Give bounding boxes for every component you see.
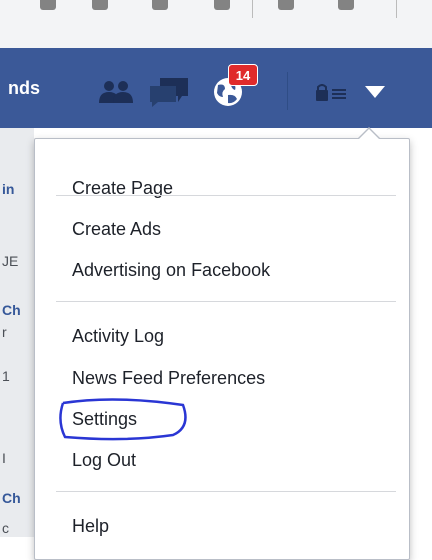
menu-separator [56,301,396,302]
background-text: Ch [2,302,21,318]
background-text: c [2,520,9,536]
account-menu-arrow-icon[interactable] [364,85,386,99]
background-text: Ch [2,490,21,506]
privacy-shortcuts-icon[interactable] [314,84,348,102]
menu-item-news-feed-preferences[interactable]: News Feed Preferences [72,364,265,392]
facebook-top-bar: nds 14 [0,48,432,128]
menu-item-log-out[interactable]: Log Out [72,446,136,474]
menu-item-advertising-on-facebook[interactable]: Advertising on Facebook [72,256,270,284]
toolbar-separator [396,0,397,18]
background-text: in [2,181,15,197]
toolbar-icon[interactable] [92,0,108,10]
background-text: r [2,324,7,340]
toolbar-separator [252,0,253,18]
toolbar-icon[interactable] [152,0,168,10]
browser-toolbar [0,0,432,49]
menu-item-help[interactable]: Help [72,512,109,540]
notification-count-badge: 14 [228,64,258,86]
background-text: JE [2,253,19,269]
menu-item-activity-log[interactable]: Activity Log [72,322,164,350]
background-text: 1 [2,368,10,384]
friend-requests-icon[interactable] [97,79,135,103]
toolbar-icon[interactable] [214,0,230,10]
topbar-divider [287,72,288,110]
menu-item-create-ads[interactable]: Create Ads [72,215,161,243]
settings-highlight-annotation [59,398,187,441]
dropdown-caret-fill [359,129,379,139]
find-friends-label[interactable]: nds [8,78,40,99]
menu-item-create-page[interactable]: Create Page [72,174,173,202]
background-page-edge: in JE Ch r 1 I Ch c [0,128,34,537]
background-text: I [2,450,6,466]
messages-icon[interactable] [148,76,190,108]
menu-separator [56,491,396,492]
toolbar-icon[interactable] [278,0,294,10]
menu-separator [56,195,396,196]
toolbar-icon[interactable] [338,0,354,10]
toolbar-icon[interactable] [40,0,56,10]
